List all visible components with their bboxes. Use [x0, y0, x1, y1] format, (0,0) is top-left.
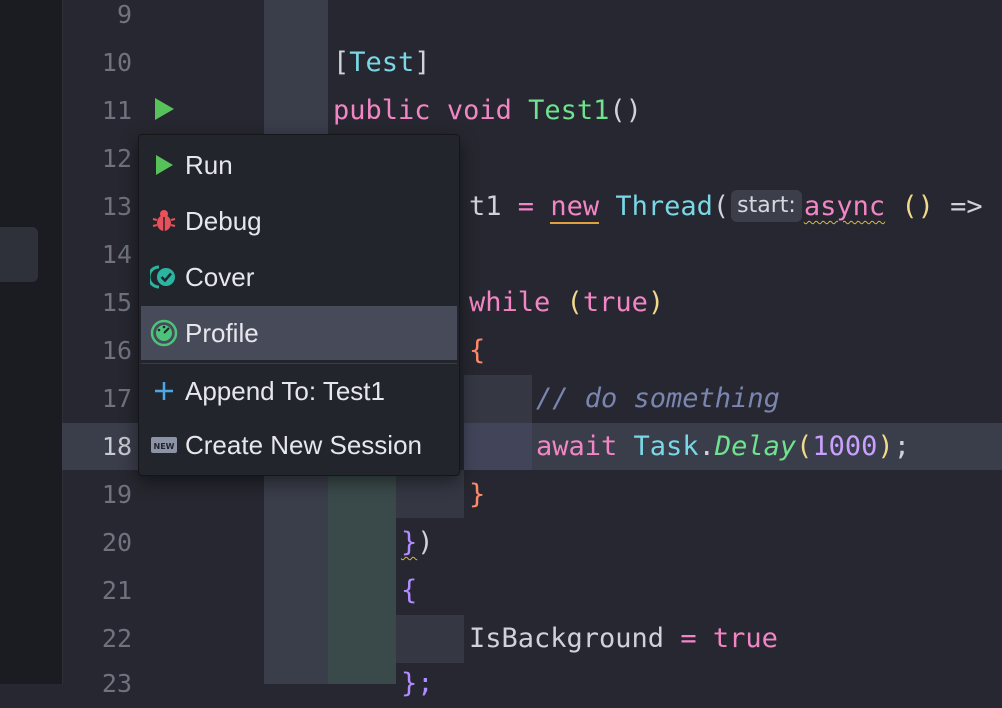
debug-bug-icon — [149, 208, 179, 234]
line-number-active: 18 — [101, 432, 132, 461]
code-line-22: IsBackground = true — [469, 623, 778, 654]
run-icon — [149, 153, 179, 177]
menu-item-cover[interactable]: Cover — [141, 250, 457, 304]
line-number: 17 — [101, 384, 132, 413]
coverage-icon — [149, 264, 179, 290]
menu-item-run[interactable]: Run — [141, 138, 457, 192]
line-number: 11 — [101, 96, 132, 125]
indent-guide — [396, 470, 464, 518]
line-number: 15 — [101, 288, 132, 317]
new-badge-icon: NEW — [149, 435, 179, 455]
code-line-18: await Task.Delay(1000); — [536, 431, 910, 462]
parameter-hint: start: — [731, 190, 802, 222]
tool-window-tab[interactable] — [0, 227, 38, 282]
line-number: 22 — [101, 624, 132, 653]
code-line-17-comment: // do something — [536, 383, 780, 414]
menu-item-label: Cover — [185, 261, 255, 292]
svg-text:NEW: NEW — [154, 442, 175, 451]
menu-item-label: Append To: Test1 — [185, 375, 385, 406]
line-number: 10 — [101, 48, 132, 77]
code-line-15: while (true) — [469, 287, 665, 318]
line-number: 21 — [101, 576, 132, 605]
code-line-10: [Test] — [333, 47, 431, 78]
menu-item-debug[interactable]: Debug — [141, 194, 457, 248]
line-number: 16 — [101, 336, 132, 365]
menu-item-label: Run — [185, 149, 233, 180]
code-line-23: }; — [401, 668, 434, 699]
line-number: 19 — [101, 480, 132, 509]
line-number: 9 — [116, 0, 132, 29]
line-number: 13 — [101, 192, 132, 221]
run-context-menu: Run Debug Cover Profile Append To: Test1… — [138, 134, 460, 476]
line-number: 20 — [101, 528, 132, 557]
profiler-gauge-icon — [149, 319, 179, 347]
menu-item-label: Debug — [185, 205, 262, 236]
line-number: 12 — [101, 144, 132, 173]
menu-item-label: Profile — [185, 317, 259, 348]
menu-item-append-to-session[interactable]: Append To: Test1 — [141, 364, 457, 418]
code-line-13: t1 = new Thread(start: async () => — [469, 190, 983, 224]
menu-item-profile[interactable]: Profile — [141, 306, 457, 360]
indent-guide — [464, 423, 532, 470]
code-line-20: }) — [401, 527, 434, 558]
left-tool-strip — [0, 0, 62, 684]
code-line-21: { — [401, 575, 418, 606]
menu-item-create-new-session[interactable]: NEW Create New Session — [141, 418, 457, 472]
indent-guide — [464, 375, 532, 423]
run-test-gutter-icon[interactable] — [155, 98, 174, 120]
plus-icon — [149, 380, 179, 402]
line-number: 14 — [101, 240, 132, 269]
code-line-16: { — [469, 335, 486, 366]
code-line-11: public void Test1() — [333, 95, 642, 126]
line-number: 23 — [101, 669, 132, 698]
menu-item-label: Create New Session — [185, 429, 422, 460]
code-line-19: } — [469, 479, 486, 510]
scope-highlight — [328, 470, 396, 684]
indent-guide — [396, 615, 464, 663]
